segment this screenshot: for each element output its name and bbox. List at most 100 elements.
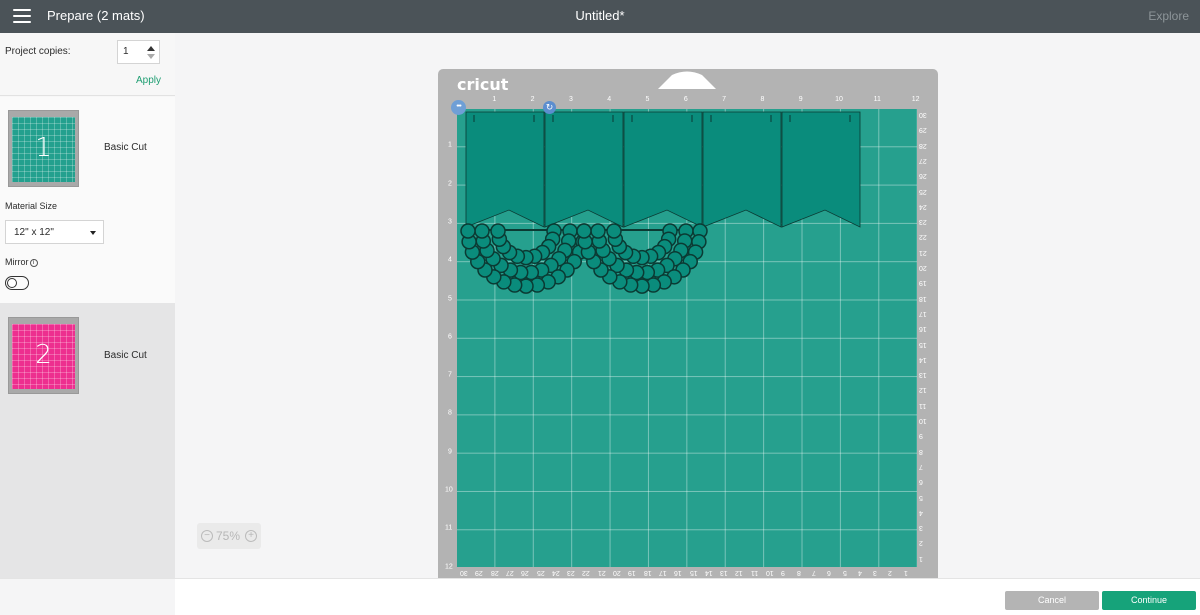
cut-shapes[interactable] bbox=[457, 109, 917, 567]
ruler-bottom-label: 15 bbox=[689, 569, 698, 576]
ruler-right-label: 6 bbox=[919, 478, 923, 486]
cutting-mat: cricut 1 2 3 4 5 6 7 8 9 10 11 12 1 2 3 4 5 6 7 8 9 10 11 12 3… bbox=[438, 69, 938, 589]
ruler-bottom-label: 25 bbox=[536, 569, 545, 576]
material-size-label: Material Size bbox=[5, 201, 58, 211]
project-copies-label: Project copies: bbox=[5, 46, 71, 57]
ruler-left-label: 5 bbox=[448, 295, 452, 302]
ruler-bottom-label: 29 bbox=[475, 569, 484, 576]
ruler-right-label: 23 bbox=[919, 218, 927, 226]
doily-scallop[interactable] bbox=[460, 223, 476, 239]
ruler-right-label: 16 bbox=[919, 325, 927, 333]
canvas-area: cricut 1 2 3 4 5 6 7 8 9 10 11 12 1 2 3 4 5 6 7 8 9 10 11 12 3… bbox=[175, 33, 1200, 589]
decrement-icon[interactable] bbox=[147, 54, 155, 59]
ruler-top-label: 3 bbox=[568, 96, 573, 103]
banner-pennant[interactable] bbox=[544, 111, 624, 228]
ruler-bottom-label: 2 bbox=[888, 569, 893, 576]
banner-pennant[interactable] bbox=[781, 111, 861, 228]
bottom-left-strip bbox=[0, 579, 175, 615]
ruler-right-label: 30 bbox=[919, 111, 927, 118]
more-options-icon[interactable]: ••• bbox=[451, 100, 466, 115]
banner-pennant[interactable] bbox=[623, 111, 703, 228]
ruler-bottom-label: 6 bbox=[827, 569, 832, 576]
mat-1-number: 1 bbox=[35, 133, 52, 163]
ruler-top-label: 12 bbox=[911, 96, 920, 103]
doily-scallop[interactable] bbox=[490, 223, 506, 239]
ruler-right-label: 29 bbox=[919, 126, 927, 134]
ruler-right-label: 14 bbox=[919, 355, 927, 363]
doily-scallop[interactable] bbox=[576, 223, 592, 239]
mat-grid[interactable] bbox=[457, 109, 917, 567]
ruler-bottom-label: 16 bbox=[674, 569, 682, 576]
ruler-bottom-label: 13 bbox=[720, 569, 728, 576]
material-size-select[interactable]: 12" x 12" bbox=[5, 220, 104, 244]
hamburger-menu-icon[interactable] bbox=[13, 9, 31, 23]
zoom-out-icon[interactable]: − bbox=[201, 530, 213, 542]
ruler-bottom-label: 19 bbox=[628, 569, 637, 576]
ruler-right-label: 27 bbox=[919, 156, 927, 164]
ruler-top-label: 1 bbox=[492, 96, 497, 103]
ruler-top-label: 7 bbox=[722, 96, 727, 103]
ruler-right-label: 9 bbox=[919, 432, 923, 440]
ruler-right-label: 1 bbox=[919, 554, 923, 562]
banner-pennant[interactable] bbox=[702, 111, 782, 228]
info-icon[interactable]: i bbox=[29, 259, 38, 267]
ruler-right-label: 24 bbox=[919, 202, 927, 210]
mat-tab-shape bbox=[658, 71, 716, 89]
mat-2-thumbnail[interactable]: 2 bbox=[8, 317, 79, 394]
ruler-top-label: 11 bbox=[873, 96, 881, 103]
ruler-bottom-label: 27 bbox=[505, 569, 514, 576]
banner-pennant[interactable] bbox=[465, 111, 545, 228]
cancel-button[interactable]: Cancel bbox=[1005, 591, 1099, 610]
zoom-in-icon[interactable]: + bbox=[245, 530, 257, 542]
ruler-bottom-label: 10 bbox=[766, 569, 774, 576]
ruler-right-label: 18 bbox=[919, 294, 927, 302]
ruler-right-label: 19 bbox=[919, 279, 927, 287]
doily-scallop[interactable] bbox=[590, 223, 606, 239]
increment-icon[interactable] bbox=[147, 46, 155, 51]
ruler-top-label: 5 bbox=[645, 96, 650, 103]
ruler-right-label: 17 bbox=[919, 309, 927, 317]
ruler-left-label: 9 bbox=[448, 448, 452, 456]
ruler-top: 1 2 3 4 5 6 7 8 9 10 11 12 bbox=[438, 96, 938, 108]
mat-2-item[interactable]: 2 Basic Cut bbox=[0, 303, 175, 578]
rotate-icon[interactable]: ↻ bbox=[543, 101, 556, 114]
ruler-left-label: 4 bbox=[448, 256, 452, 264]
ruler-bottom-label: 4 bbox=[857, 569, 862, 576]
ruler-bottom-label: 17 bbox=[658, 569, 667, 576]
mirror-toggle[interactable] bbox=[5, 276, 29, 290]
ruler-bottom-label: 24 bbox=[551, 569, 560, 576]
mat-2-label: Basic Cut bbox=[104, 350, 147, 361]
ruler-bottom-label: 9 bbox=[781, 569, 786, 576]
ruler-right-label: 11 bbox=[919, 401, 927, 409]
ruler-bottom-label: 12 bbox=[735, 569, 744, 576]
ruler-left-label: 7 bbox=[448, 371, 452, 379]
ruler-bottom-label: 20 bbox=[613, 569, 621, 576]
ruler-right-label: 15 bbox=[919, 340, 927, 348]
ruler-top-label: 4 bbox=[607, 96, 612, 103]
mats-panel: Project copies: 1 Apply 1 Basic Cut Mate… bbox=[0, 33, 175, 578]
apply-button[interactable]: Apply bbox=[136, 75, 161, 86]
ruler-bottom-label: 18 bbox=[643, 569, 652, 576]
ruler-left-label: 3 bbox=[448, 218, 452, 226]
bottom-bar: Cancel Continue bbox=[0, 578, 1200, 615]
ruler-bottom-label: 5 bbox=[842, 569, 847, 576]
ruler-right-label: 13 bbox=[919, 371, 927, 379]
ruler-bottom-label: 23 bbox=[567, 569, 575, 576]
ruler-right-label: 22 bbox=[919, 233, 927, 241]
ruler-right-label: 28 bbox=[919, 141, 927, 149]
doily-scallop[interactable] bbox=[606, 223, 622, 239]
project-copies-input[interactable]: 1 bbox=[117, 40, 160, 64]
mat-1-item[interactable]: 1 Basic Cut Material Size 12" x 12" Mirr… bbox=[0, 97, 175, 303]
ruler-left-label: 1 bbox=[448, 141, 452, 149]
ruler-left-label: 8 bbox=[448, 409, 452, 417]
project-copies-section: Project copies: 1 Apply bbox=[0, 33, 175, 96]
mirror-label: Mirror bbox=[5, 257, 29, 267]
doily-scallop[interactable] bbox=[474, 223, 490, 239]
mirror-label-row: Mirror i bbox=[5, 257, 38, 267]
page-title: Prepare (2 mats) bbox=[47, 8, 145, 23]
ruler-right-label: 25 bbox=[919, 187, 927, 195]
mat-1-thumbnail[interactable]: 1 bbox=[8, 110, 79, 187]
explore-link[interactable]: Explore bbox=[1148, 9, 1189, 23]
ruler-top-label: 6 bbox=[683, 96, 688, 103]
continue-button[interactable]: Continue bbox=[1102, 591, 1196, 610]
